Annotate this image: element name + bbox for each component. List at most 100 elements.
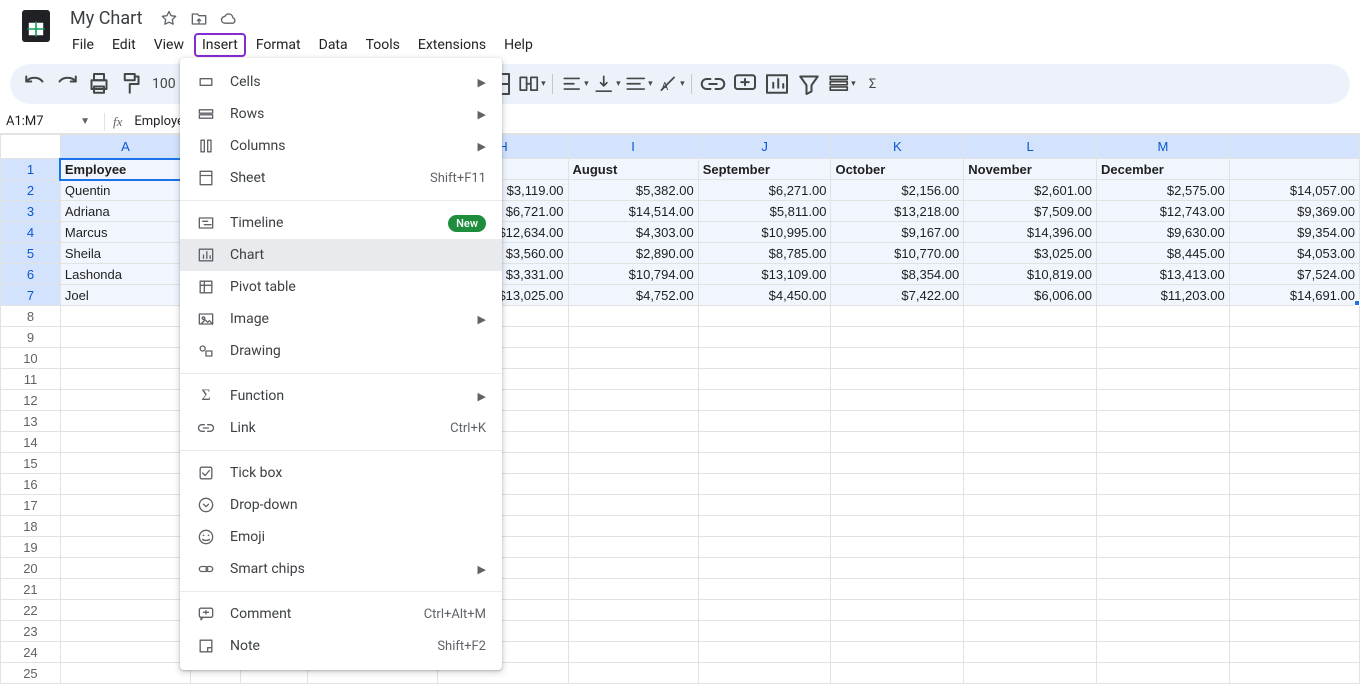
row-header[interactable]: 19 <box>1 537 61 558</box>
cell[interactable]: $8,445.00 <box>1097 243 1230 264</box>
cloud-status-icon[interactable] <box>219 9 239 29</box>
zoom-select[interactable]: 100 <box>148 76 180 92</box>
cell[interactable] <box>1097 558 1230 579</box>
menu-item-drop-down[interactable]: Drop-down <box>180 489 502 521</box>
cell[interactable] <box>1229 495 1359 516</box>
cell[interactable] <box>568 453 698 474</box>
row-header[interactable]: 21 <box>1 579 61 600</box>
cell[interactable]: $7,509.00 <box>964 201 1097 222</box>
menu-item-tick-box[interactable]: Tick box <box>180 457 502 489</box>
name-box[interactable]: A1:M7▼ <box>6 114 96 129</box>
cell[interactable] <box>964 411 1097 432</box>
cell[interactable] <box>568 495 698 516</box>
cell[interactable] <box>964 558 1097 579</box>
row-header[interactable]: 15 <box>1 453 61 474</box>
col-header-K[interactable]: K <box>831 135 964 159</box>
cell[interactable] <box>60 621 190 642</box>
cell[interactable] <box>1097 432 1230 453</box>
cell[interactable] <box>60 369 190 390</box>
cell[interactable] <box>964 663 1097 684</box>
cell[interactable] <box>568 306 698 327</box>
cell[interactable] <box>698 474 831 495</box>
cell[interactable]: Adriana <box>60 201 190 222</box>
col-header-partial[interactable] <box>1229 135 1359 159</box>
row-header[interactable]: 11 <box>1 369 61 390</box>
cell[interactable] <box>831 327 964 348</box>
cell[interactable] <box>568 369 698 390</box>
cell[interactable]: September <box>698 159 831 180</box>
doc-title[interactable]: My Chart <box>64 6 149 31</box>
cell[interactable]: $11,203.00 <box>1097 285 1230 306</box>
cell[interactable] <box>698 579 831 600</box>
cell[interactable] <box>964 432 1097 453</box>
row-header[interactable]: 8 <box>1 306 61 327</box>
cell[interactable] <box>60 579 190 600</box>
cell[interactable]: November <box>964 159 1097 180</box>
cell[interactable] <box>964 537 1097 558</box>
cell[interactable] <box>568 516 698 537</box>
row-header[interactable]: 24 <box>1 642 61 663</box>
menu-file[interactable]: File <box>64 33 102 57</box>
cell[interactable] <box>831 306 964 327</box>
menu-item-image[interactable]: Image▶ <box>180 303 502 335</box>
cell[interactable] <box>831 348 964 369</box>
menu-item-chart[interactable]: Chart <box>180 239 502 271</box>
cell[interactable] <box>1097 579 1230 600</box>
cell[interactable]: $10,819.00 <box>964 264 1097 285</box>
cell[interactable] <box>964 453 1097 474</box>
rotate-button[interactable]: A▾ <box>655 69 685 99</box>
col-header-M[interactable]: M <box>1097 135 1230 159</box>
row-header[interactable]: 23 <box>1 621 61 642</box>
cell[interactable] <box>60 306 190 327</box>
cell[interactable]: Employee <box>60 159 190 180</box>
cell[interactable] <box>831 600 964 621</box>
row-header[interactable]: 17 <box>1 495 61 516</box>
row-header[interactable]: 16 <box>1 474 61 495</box>
cell[interactable] <box>568 621 698 642</box>
cell[interactable]: $2,601.00 <box>964 180 1097 201</box>
cell[interactable] <box>698 495 831 516</box>
row-header[interactable]: 25 <box>1 663 61 684</box>
paint-format-button[interactable] <box>116 69 146 99</box>
cell[interactable] <box>1229 327 1359 348</box>
menu-tools[interactable]: Tools <box>358 33 408 57</box>
menu-view[interactable]: View <box>146 33 192 57</box>
merge-button[interactable]: ▾ <box>516 69 546 99</box>
link-button[interactable] <box>698 69 728 99</box>
undo-button[interactable] <box>20 69 50 99</box>
cell[interactable]: $14,057.00 <box>1229 180 1359 201</box>
cell[interactable] <box>831 411 964 432</box>
cell[interactable] <box>1229 537 1359 558</box>
menu-item-sheet[interactable]: SheetShift+F11 <box>180 162 502 194</box>
menu-item-link[interactable]: LinkCtrl+K <box>180 412 502 444</box>
menu-item-function[interactable]: ΣFunction▶ <box>180 380 502 412</box>
menu-item-drawing[interactable]: Drawing <box>180 335 502 367</box>
redo-button[interactable] <box>52 69 82 99</box>
cell[interactable] <box>60 642 190 663</box>
menu-extensions[interactable]: Extensions <box>410 33 494 57</box>
row-header[interactable]: 18 <box>1 516 61 537</box>
cell[interactable] <box>1097 537 1230 558</box>
cell[interactable] <box>1229 306 1359 327</box>
row-header[interactable]: 2 <box>1 180 61 201</box>
cell[interactable] <box>831 621 964 642</box>
cell[interactable] <box>698 306 831 327</box>
cell[interactable] <box>698 642 831 663</box>
cell[interactable] <box>60 537 190 558</box>
cell[interactable] <box>698 600 831 621</box>
cell[interactable]: $14,691.00 <box>1229 285 1359 306</box>
row-header[interactable]: 7 <box>1 285 61 306</box>
menu-edit[interactable]: Edit <box>104 33 144 57</box>
menu-item-pivot-table[interactable]: Pivot table <box>180 271 502 303</box>
menu-item-emoji[interactable]: Emoji <box>180 521 502 553</box>
cell[interactable] <box>568 579 698 600</box>
cell[interactable] <box>964 306 1097 327</box>
cell[interactable] <box>964 621 1097 642</box>
cell[interactable]: October <box>831 159 964 180</box>
menu-item-rows[interactable]: Rows▶ <box>180 98 502 130</box>
cell[interactable]: $8,785.00 <box>698 243 831 264</box>
menu-item-cells[interactable]: Cells▶ <box>180 66 502 98</box>
cell[interactable] <box>60 600 190 621</box>
cell[interactable] <box>1097 642 1230 663</box>
row-header[interactable]: 3 <box>1 201 61 222</box>
